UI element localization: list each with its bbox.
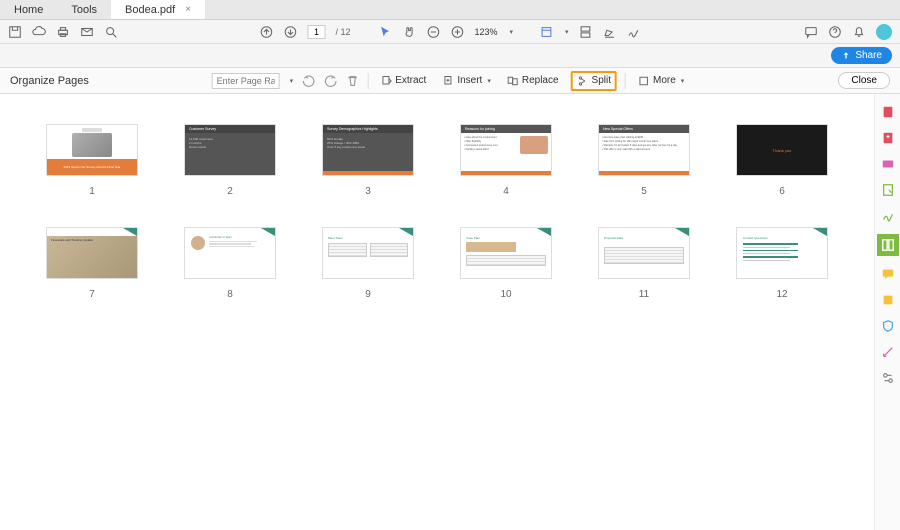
stamp-icon[interactable] — [880, 292, 896, 308]
tab-home[interactable]: Home — [0, 0, 57, 19]
comment-icon[interactable] — [880, 266, 896, 282]
more-tools-icon[interactable] — [880, 370, 896, 386]
zoom-caret-icon[interactable]: ▾ — [510, 28, 514, 36]
page-thumb[interactable]: New Special Offers• Find low-lease plan … — [592, 124, 696, 197]
organize-pages-icon[interactable] — [877, 234, 899, 256]
rotate-left-icon[interactable] — [301, 74, 315, 88]
page-number: 2 — [227, 186, 233, 197]
print-icon[interactable] — [56, 25, 70, 39]
separator — [625, 73, 626, 89]
bell-icon[interactable] — [852, 25, 866, 39]
scroll-icon[interactable] — [579, 25, 593, 39]
page-thumb[interactable]: Thank you 6 — [730, 124, 834, 197]
search-icon[interactable] — [104, 25, 118, 39]
page-number-input[interactable] — [307, 25, 325, 39]
page-thumb[interactable]: Reasons for joining• Care about the envi… — [454, 124, 558, 197]
subbar-title: Organize Pages — [10, 75, 89, 87]
save-icon[interactable] — [8, 25, 22, 39]
page-number: 5 — [641, 186, 647, 197]
hand-icon[interactable] — [402, 25, 416, 39]
measure-icon[interactable] — [880, 344, 896, 360]
zoom-in-icon[interactable] — [450, 25, 464, 39]
thumbnail-grid: 2019 Sports Car Survey Results Final Yea… — [0, 94, 874, 530]
page-total: / 12 — [335, 27, 350, 37]
share-label: Share — [855, 50, 882, 61]
close-button[interactable]: Close — [838, 72, 890, 89]
replace-button[interactable]: Replace — [503, 73, 563, 89]
page-thumb[interactable]: Proposal Data 11 — [592, 227, 696, 300]
tab-document[interactable]: Bodea.pdf × — [111, 0, 205, 19]
tab-tools[interactable]: Tools — [57, 0, 111, 19]
fit-icon[interactable] — [539, 25, 553, 39]
share-button[interactable]: Share — [831, 47, 892, 64]
request-sign-icon[interactable] — [880, 182, 896, 198]
range-caret-icon[interactable]: ▾ — [290, 77, 294, 85]
page-number: 12 — [776, 289, 787, 300]
page-number: 6 — [779, 186, 785, 197]
chat-icon[interactable] — [804, 25, 818, 39]
create-pdf-icon[interactable] — [880, 130, 896, 146]
page-number: 7 — [89, 289, 95, 300]
avatar[interactable] — [876, 24, 892, 40]
fit-caret-icon[interactable]: ▾ — [565, 28, 569, 36]
page-number: 8 — [227, 289, 233, 300]
close-tab-icon[interactable]: × — [185, 4, 191, 15]
page-thumb[interactable]: Financials and Timeline Update 7 — [40, 227, 144, 300]
delete-icon[interactable] — [345, 74, 359, 88]
export-pdf-icon[interactable] — [880, 104, 896, 120]
page-thumb[interactable]: 2019 Sports Car Survey Results Final Yea… — [40, 124, 144, 197]
sign-icon[interactable] — [627, 25, 641, 39]
split-button[interactable]: Split — [571, 71, 617, 91]
page-number: 9 — [365, 289, 371, 300]
right-sidebar — [874, 94, 900, 530]
page-number: 11 — [639, 289, 649, 300]
extract-button[interactable]: Extract — [376, 73, 430, 89]
page-thumb[interactable]: Contact Questions 12 — [730, 227, 834, 300]
page-thumb[interactable]: Introduction to Team 8 — [178, 227, 282, 300]
page-thumb[interactable]: Survey Demographics Highlights60% female… — [316, 124, 420, 197]
insert-button[interactable]: Insert▾ — [438, 73, 495, 89]
page-thumb[interactable]: Meet Team 9 — [316, 227, 420, 300]
separator — [367, 73, 368, 89]
pointer-icon[interactable] — [378, 25, 392, 39]
highlight-icon[interactable] — [603, 25, 617, 39]
page-thumb[interactable]: Case Plan 10 — [454, 227, 558, 300]
page-number: 10 — [500, 289, 511, 300]
edit-pdf-icon[interactable] — [880, 156, 896, 172]
protect-icon[interactable] — [880, 318, 896, 334]
page-thumb[interactable]: Customer Survey12,500 customers2 monthsG… — [178, 124, 282, 197]
page-number: 3 — [365, 186, 371, 197]
cloud-icon[interactable] — [32, 25, 46, 39]
mail-icon[interactable] — [80, 25, 94, 39]
fill-sign-icon[interactable] — [880, 208, 896, 224]
page-range-input[interactable] — [212, 73, 280, 89]
page-number: 4 — [503, 186, 509, 197]
tab-label: Bodea.pdf — [125, 4, 175, 16]
help-icon[interactable] — [828, 25, 842, 39]
page-down-icon[interactable] — [283, 25, 297, 39]
rotate-right-icon[interactable] — [323, 74, 337, 88]
more-button[interactable]: More▾ — [634, 73, 688, 89]
page-up-icon[interactable] — [259, 25, 273, 39]
page-number: 1 — [89, 186, 95, 197]
zoom-out-icon[interactable] — [426, 25, 440, 39]
zoom-level[interactable]: 123% — [474, 27, 497, 37]
